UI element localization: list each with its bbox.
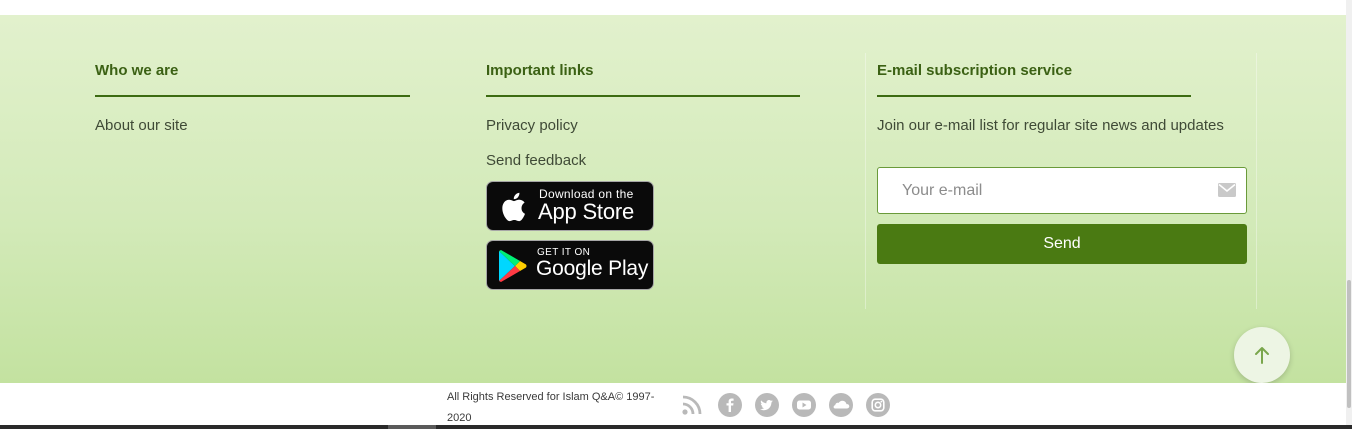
bottom-dark-bar bbox=[0, 425, 1352, 429]
column-divider bbox=[865, 53, 866, 309]
page-top-strip bbox=[0, 0, 1346, 15]
envelope-icon bbox=[1218, 183, 1236, 197]
facebook-icon[interactable] bbox=[718, 393, 742, 417]
apple-logo-icon bbox=[502, 192, 525, 222]
about-our-site-link[interactable]: About our site bbox=[95, 117, 188, 134]
google-play-logo-icon bbox=[499, 250, 527, 282]
privacy-policy-link[interactable]: Privacy policy bbox=[486, 117, 578, 134]
vertical-scrollbar[interactable] bbox=[1346, 0, 1352, 425]
copyright-text: All Rights Reserved for Islam Q&A© 1997-… bbox=[447, 391, 655, 424]
site-footer: Who we are About our site Important link… bbox=[0, 15, 1346, 383]
scroll-to-top-button[interactable] bbox=[1234, 327, 1290, 383]
column-divider bbox=[1256, 53, 1257, 309]
send-button[interactable]: Send bbox=[877, 224, 1247, 264]
instagram-icon[interactable] bbox=[866, 393, 890, 417]
twitter-icon[interactable] bbox=[755, 393, 779, 417]
app-store-badge[interactable]: Download on the App Store bbox=[486, 181, 654, 231]
rss-icon[interactable] bbox=[680, 393, 704, 417]
title-underline bbox=[95, 95, 410, 97]
youtube-icon[interactable] bbox=[792, 393, 816, 417]
email-input[interactable] bbox=[902, 178, 1202, 204]
title-underline bbox=[877, 95, 1191, 97]
scrollbar-thumb[interactable] bbox=[1347, 280, 1351, 408]
copyright-bar: All Rights Reserved for Islam Q&A© 1997-… bbox=[0, 383, 1346, 429]
title-underline bbox=[486, 95, 800, 97]
soundcloud-icon[interactable] bbox=[829, 393, 853, 417]
arrow-up-icon bbox=[1255, 347, 1269, 364]
bottom-bar-tab bbox=[388, 425, 436, 429]
app-store-big-text: App Store bbox=[538, 199, 635, 224]
subscription-description: Join our e-mail list for regular site ne… bbox=[877, 117, 1224, 134]
column-title: E-mail subscription service bbox=[877, 62, 1073, 79]
email-field-wrapper bbox=[877, 167, 1247, 214]
google-play-big-text: Google Play bbox=[536, 257, 649, 280]
send-feedback-link[interactable]: Send feedback bbox=[486, 152, 586, 169]
google-play-badge[interactable]: GET IT ON Google Play bbox=[486, 240, 654, 290]
column-title: Who we are bbox=[95, 62, 179, 79]
column-title: Important links bbox=[486, 62, 594, 79]
